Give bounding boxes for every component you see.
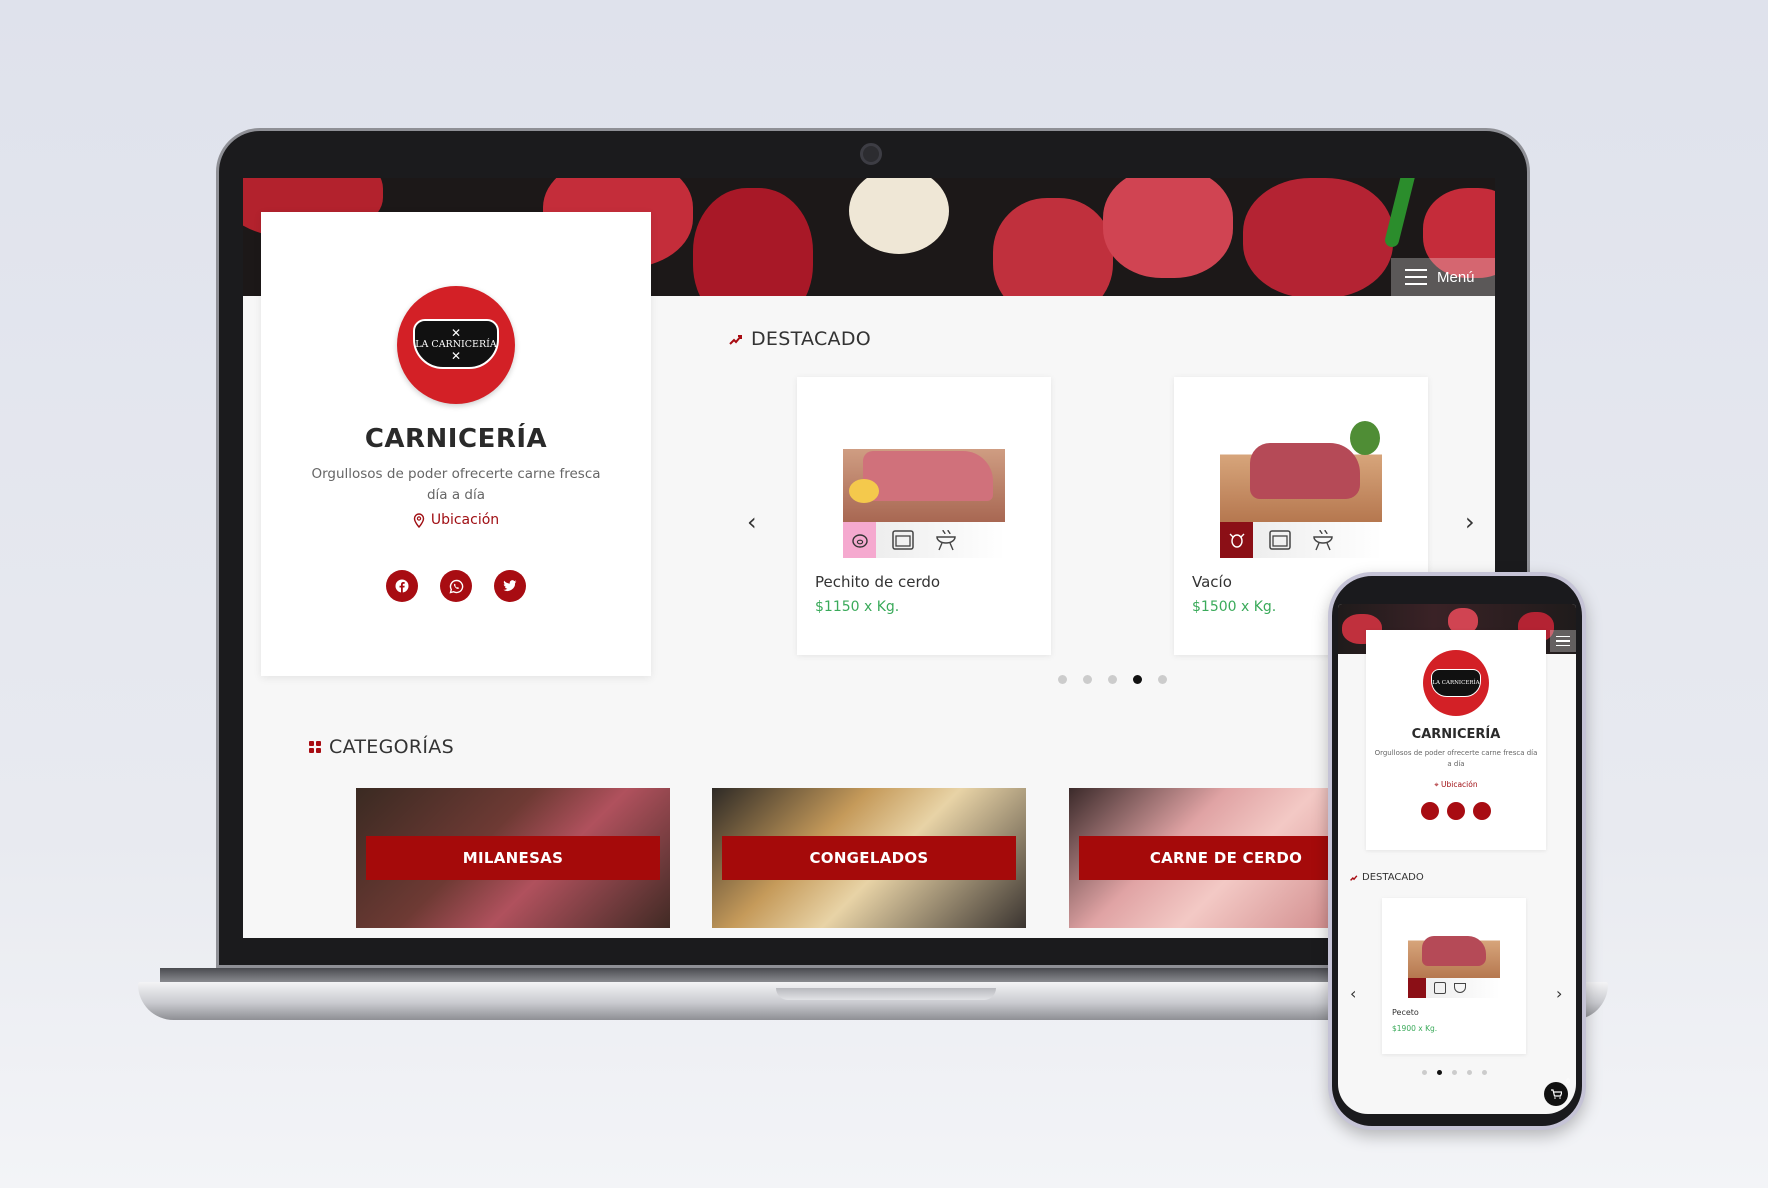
mobile-product-image bbox=[1408, 922, 1500, 984]
product-image bbox=[1220, 421, 1382, 533]
carousel-dot-active[interactable] bbox=[1437, 1070, 1442, 1075]
trend-arrow-icon bbox=[1350, 875, 1358, 881]
carousel-dot[interactable] bbox=[1158, 675, 1167, 684]
grid-icon bbox=[309, 741, 321, 753]
mobile-carousel-dots bbox=[1422, 1070, 1487, 1075]
mobile-store-slogan: Orgullosos de poder ofrecerte carne fres… bbox=[1374, 749, 1538, 768]
carousel-dot[interactable] bbox=[1422, 1070, 1427, 1075]
cart-count: 0 bbox=[1566, 1078, 1570, 1085]
store-logo: ✕ LA CARNICERÍA ✕ bbox=[397, 286, 515, 404]
cart-icon bbox=[1550, 1089, 1562, 1099]
carousel-dot[interactable] bbox=[1482, 1070, 1487, 1075]
twitter-icon bbox=[503, 580, 517, 591]
social-links bbox=[261, 570, 651, 602]
product-name: Pechito de cerdo bbox=[815, 573, 941, 591]
map-pin-icon bbox=[413, 512, 425, 528]
carousel-prev-button[interactable]: ‹ bbox=[747, 508, 757, 536]
carousel-dot[interactable] bbox=[1108, 675, 1117, 684]
map-pin-icon: ⌖ bbox=[1434, 780, 1441, 789]
product-image bbox=[843, 421, 1005, 533]
mobile-website: LA CARNICERÍA CARNICERÍA Orgullosos de p… bbox=[1338, 604, 1576, 1114]
mobile-product-price: $1900 x Kg. bbox=[1392, 1024, 1438, 1033]
menu-button[interactable]: Menú bbox=[1391, 258, 1495, 296]
carousel-next-button[interactable]: › bbox=[1465, 508, 1475, 536]
mobile-location-label: Ubicación bbox=[1441, 780, 1478, 789]
mobile-product-card[interactable]: Peceto $1900 x Kg. bbox=[1382, 898, 1526, 1054]
cow-icon bbox=[1220, 522, 1253, 558]
logo-text: LA CARNICERÍA bbox=[415, 338, 497, 350]
mobile-whatsapp-button[interactable] bbox=[1447, 802, 1465, 820]
mobile-featured-title: DESTACADO bbox=[1362, 872, 1424, 883]
cow-icon bbox=[1408, 978, 1426, 998]
mobile-menu-button[interactable] bbox=[1550, 630, 1576, 652]
grill-icon bbox=[1306, 522, 1339, 558]
mobile-logo-text: LA CARNICERÍA bbox=[1431, 669, 1481, 697]
twitter-button[interactable] bbox=[494, 570, 526, 602]
whatsapp-button[interactable] bbox=[440, 570, 472, 602]
product-price: $1150 x Kg. bbox=[815, 599, 900, 615]
whatsapp-icon bbox=[449, 579, 463, 593]
mobile-featured-heading: DESTACADO bbox=[1350, 872, 1424, 883]
location-label: Ubicación bbox=[430, 512, 500, 528]
mobile-carousel-next[interactable]: › bbox=[1556, 984, 1562, 1003]
categories-title: CATEGORÍAS bbox=[329, 736, 454, 758]
mobile-store-logo: LA CARNICERÍA bbox=[1423, 650, 1489, 716]
cooking-icons bbox=[843, 522, 1005, 558]
mobile-profile-card: LA CARNICERÍA CARNICERÍA Orgullosos de p… bbox=[1366, 630, 1546, 850]
carousel-dot[interactable] bbox=[1467, 1070, 1472, 1075]
mobile-social-links bbox=[1366, 802, 1546, 820]
pig-icon bbox=[843, 522, 876, 558]
cart-button[interactable]: 0 bbox=[1544, 1078, 1570, 1106]
featured-title: DESTACADO bbox=[751, 328, 872, 350]
category-label: MILANESAS bbox=[366, 836, 660, 880]
carousel-dot[interactable] bbox=[1058, 675, 1067, 684]
carousel-dot[interactable] bbox=[1083, 675, 1092, 684]
laptop-camera bbox=[860, 143, 882, 165]
trend-arrow-icon bbox=[729, 335, 742, 345]
categories-heading: CATEGORÍAS bbox=[309, 736, 454, 758]
carousel-dot-active[interactable] bbox=[1133, 675, 1142, 684]
store-slogan: Orgullosos de poder ofrecerte carne fres… bbox=[311, 466, 601, 503]
menu-label: Menú bbox=[1437, 268, 1475, 286]
mobile-facebook-button[interactable] bbox=[1421, 802, 1439, 820]
carousel-dot[interactable] bbox=[1452, 1070, 1457, 1075]
carousel-dots bbox=[1058, 675, 1167, 684]
hamburger-icon bbox=[1405, 269, 1427, 285]
mobile-twitter-button[interactable] bbox=[1473, 802, 1491, 820]
location-link[interactable]: Ubicación bbox=[261, 512, 651, 528]
oven-icon bbox=[1434, 982, 1446, 994]
category-card-milanesas[interactable]: MILANESAS bbox=[356, 788, 670, 928]
category-label: CONGELADOS bbox=[722, 836, 1016, 880]
laptop-notch bbox=[776, 988, 996, 1000]
garlic-image bbox=[849, 178, 949, 254]
product-price: $1500 x Kg. bbox=[1192, 599, 1277, 615]
cooking-icons bbox=[1220, 522, 1382, 558]
mobile-store-name: CARNICERÍA bbox=[1411, 727, 1501, 742]
product-name: Vacío bbox=[1192, 573, 1232, 591]
category-card-congelados[interactable]: CONGELADOS bbox=[712, 788, 1026, 928]
facebook-icon bbox=[395, 579, 409, 593]
store-name: CARNICERÍA bbox=[364, 424, 548, 454]
mobile-cooking-icons bbox=[1408, 978, 1500, 998]
featured-heading: DESTACADO bbox=[729, 328, 871, 350]
oven-icon bbox=[886, 522, 919, 558]
mobile-carousel-prev[interactable]: ‹ bbox=[1350, 984, 1356, 1003]
hamburger-icon bbox=[1556, 635, 1570, 638]
facebook-button[interactable] bbox=[386, 570, 418, 602]
product-card[interactable]: Pechito de cerdo $1150 x Kg. bbox=[797, 377, 1051, 655]
mobile-product-name: Peceto bbox=[1392, 1008, 1419, 1017]
grill-icon bbox=[929, 522, 962, 558]
mobile-location-link[interactable]: ⌖ Ubicación bbox=[1366, 780, 1546, 790]
oven-icon bbox=[1263, 522, 1296, 558]
store-profile-card: ✕ LA CARNICERÍA ✕ CARNICERÍA Orgullosos … bbox=[261, 212, 651, 676]
pot-icon bbox=[1454, 983, 1466, 993]
desktop-website: Menú ✕ LA CARNICERÍA ✕ CARNICERÍA Orgull… bbox=[243, 178, 1495, 938]
